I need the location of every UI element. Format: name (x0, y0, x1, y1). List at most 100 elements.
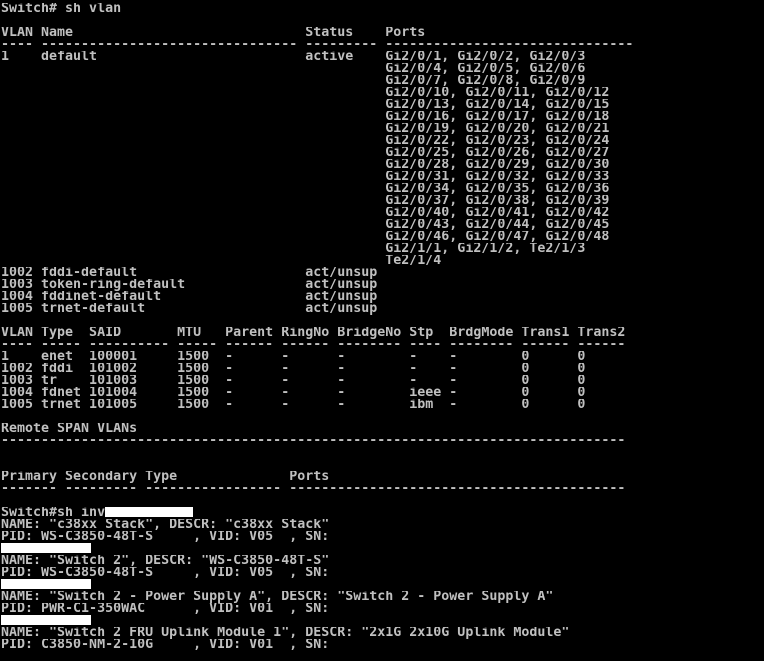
terminal-line-text: Gi2/1/1, Gi2/1/2, Te2/1/3 (1, 243, 586, 255)
redacted-serial-box (1, 579, 91, 589)
terminal-line-text: NAME: "Switch 2 FRU Uplink Module 1", DE… (1, 627, 570, 639)
terminal-line: ---- ----- ---------- ----- ------ -----… (1, 339, 764, 351)
terminal-line: Primary Secondary Type Ports (1, 471, 764, 483)
terminal-line-text: Gi2/0/7, Gi2/0/8, Gi2/0/9 (1, 75, 586, 87)
terminal-line-text: Gi2/0/40, Gi2/0/41, Gi2/0/42 (1, 207, 610, 219)
terminal-line: PID: WS-C3850-48T-S , VID: V05 , SN: (1, 567, 764, 579)
terminal-line: 1003 token-ring-default act/unsup (1, 279, 764, 291)
terminal-line: ------- --------- ----------------- ----… (1, 483, 764, 495)
terminal-line: NAME: "c38xx Stack", DESCR: "c38xx Stack… (1, 519, 764, 531)
terminal-line: Gi2/0/7, Gi2/0/8, Gi2/0/9 (1, 75, 764, 87)
terminal-line: Gi2/0/34, Gi2/0/35, Gi2/0/36 (1, 183, 764, 195)
terminal-line-text: Gi2/0/43, Gi2/0/44, Gi2/0/45 (1, 219, 610, 231)
terminal-line (1, 543, 764, 555)
terminal-line: PID: WS-C3850-48T-S , VID: V05 , SN: (1, 531, 764, 543)
terminal-line: 1002 fddi 101002 1500 - - - - - 0 0 (1, 363, 764, 375)
terminal-line-text: Gi2/0/28, Gi2/0/29, Gi2/0/30 (1, 159, 610, 171)
terminal-line: Gi2/0/31, Gi2/0/32, Gi2/0/33 (1, 171, 764, 183)
terminal-line-text: VLAN Name Status Ports (1, 27, 426, 39)
terminal-line (1, 579, 764, 591)
terminal-line: Remote SPAN VLANs (1, 423, 764, 435)
terminal-line: 1 default active Gi2/0/1, Gi2/0/2, Gi2/0… (1, 51, 764, 63)
terminal-line: Switch#sh inv (1, 507, 764, 519)
terminal-line-text: Remote SPAN VLANs (1, 423, 138, 435)
terminal-line-text: Gi2/0/25, Gi2/0/26, Gi2/0/27 (1, 147, 610, 159)
terminal-line-text: 1003 tr 101003 1500 - - - - - 0 0 (1, 375, 586, 387)
terminal-line-text: Gi2/0/22, Gi2/0/23, Gi2/0/24 (1, 135, 610, 147)
terminal-line-text: Switch#sh inv (1, 507, 106, 519)
terminal-line-text: ---- ----- ---------- ----- ------ -----… (1, 339, 626, 351)
terminal-line-text: 1004 fdnet 101004 1500 - - - ieee - 0 0 (1, 387, 586, 399)
terminal-line: NAME: "Switch 2 FRU Uplink Module 1", DE… (1, 627, 764, 639)
terminal-line: Gi2/0/13, Gi2/0/14, Gi2/0/15 (1, 99, 764, 111)
terminal-line-text: ---- -------------------------------- --… (1, 39, 634, 51)
terminal-line: NAME: "Switch 2", DESCR: "WS-C3850-48T-S… (1, 555, 764, 567)
terminal-line-text: Primary Secondary Type Ports (1, 471, 330, 483)
terminal-line: VLAN Name Status Ports (1, 27, 764, 39)
terminal-line-text: 1 default active Gi2/0/1, Gi2/0/2, Gi2/0… (1, 51, 586, 63)
terminal-line: Switch# sh vlan (1, 3, 764, 15)
terminal-line-text: Gi2/0/31, Gi2/0/32, Gi2/0/33 (1, 171, 610, 183)
terminal-line-text: PID: WS-C3850-48T-S , VID: V05 , SN: (1, 567, 338, 579)
terminal-line-text: ------- --------- ----------------- ----… (1, 483, 626, 495)
terminal-line: 1 enet 100001 1500 - - - - - 0 0 (1, 351, 764, 363)
terminal-line: Gi2/0/19, Gi2/0/20, Gi2/0/21 (1, 123, 764, 135)
terminal-line-text: VLAN Type SAID MTU Parent RingNo BridgeN… (1, 327, 626, 339)
terminal-line: Gi2/0/43, Gi2/0/44, Gi2/0/45 (1, 219, 764, 231)
redacted-serial-box (105, 507, 194, 517)
terminal-line: NAME: "Switch 2 - Power Supply A", DESCR… (1, 591, 764, 603)
terminal-line-text: Switch# sh vlan (1, 3, 122, 15)
terminal-line: 1005 trnet 101005 1500 - - - ibm - 0 0 (1, 399, 764, 411)
terminal-line: PID: PWR-C1-350WAC , VID: V01 , SN: (1, 603, 764, 615)
terminal-line: Gi2/0/25, Gi2/0/26, Gi2/0/27 (1, 147, 764, 159)
redacted-serial-box (1, 543, 91, 553)
terminal-line-text: Te2/1/4 (1, 255, 442, 267)
terminal-line: Gi2/0/46, Gi2/0/47, Gi2/0/48 (1, 231, 764, 243)
terminal-line-text: Gi2/0/37, Gi2/0/38, Gi2/0/39 (1, 195, 610, 207)
terminal-line: Gi2/0/28, Gi2/0/29, Gi2/0/30 (1, 159, 764, 171)
terminal-line-text: Gi2/0/4, Gi2/0/5, Gi2/0/6 (1, 63, 586, 75)
terminal-line-text: 1005 trnet 101005 1500 - - - ibm - 0 0 (1, 399, 586, 411)
terminal-line: ----------------------------------------… (1, 435, 764, 447)
terminal-line-text: Gi2/0/46, Gi2/0/47, Gi2/0/48 (1, 231, 610, 243)
redacted-serial-box (1, 615, 91, 625)
terminal-line: Gi2/0/22, Gi2/0/23, Gi2/0/24 (1, 135, 764, 147)
terminal-line-text: PID: C3850-NM-2-10G , VID: V01 , SN: (1, 639, 338, 651)
terminal-line-text: Gi2/0/13, Gi2/0/14, Gi2/0/15 (1, 99, 610, 111)
terminal-line: 1004 fdnet 101004 1500 - - - ieee - 0 0 (1, 387, 764, 399)
terminal-line: Gi2/1/1, Gi2/1/2, Te2/1/3 (1, 243, 764, 255)
terminal-line: Gi2/0/40, Gi2/0/41, Gi2/0/42 (1, 207, 764, 219)
terminal-line: 1003 tr 101003 1500 - - - - - 0 0 (1, 375, 764, 387)
terminal-line: 1004 fddinet-default act/unsup (1, 291, 764, 303)
terminal-line: 1002 fddi-default act/unsup (1, 267, 764, 279)
terminal-line: PID: C3850-NM-2-10G , VID: V01 , SN: (1, 639, 764, 651)
terminal-line-text: 1002 fddi-default act/unsup (1, 267, 378, 279)
terminal-line: 1005 trnet-default act/unsup (1, 303, 764, 315)
terminal-line-text: 1005 trnet-default act/unsup (1, 303, 378, 315)
terminal-line-text: Gi2/0/19, Gi2/0/20, Gi2/0/21 (1, 123, 610, 135)
terminal-line-text: NAME: "Switch 2 - Power Supply A", DESCR… (1, 591, 554, 603)
terminal-window[interactable]: Switch# sh vlan VLAN Name Status Ports ---… (0, 0, 764, 661)
terminal-line-text: Gi2/0/34, Gi2/0/35, Gi2/0/36 (1, 183, 610, 195)
terminal-line: Gi2/0/10, Gi2/0/11, Gi2/0/12 (1, 87, 764, 99)
terminal-line-text: 1002 fddi 101002 1500 - - - - - 0 0 (1, 363, 586, 375)
terminal-line-text: NAME: "c38xx Stack", DESCR: "c38xx Stack… (1, 519, 330, 531)
terminal-line-text: 1 enet 100001 1500 - - - - - 0 0 (1, 351, 586, 363)
terminal-line: Gi2/0/16, Gi2/0/17, Gi2/0/18 (1, 111, 764, 123)
terminal-line: Gi2/0/4, Gi2/0/5, Gi2/0/6 (1, 63, 764, 75)
terminal-line (1, 615, 764, 627)
terminal-line: Te2/1/4 (1, 255, 764, 267)
terminal-line: ---- -------------------------------- --… (1, 39, 764, 51)
terminal-line-text: NAME: "Switch 2", DESCR: "WS-C3850-48T-S… (1, 555, 330, 567)
terminal-line-text: ----------------------------------------… (1, 435, 626, 447)
terminal-line-text: Gi2/0/10, Gi2/0/11, Gi2/0/12 (1, 87, 610, 99)
terminal-line-text: PID: WS-C3850-48T-S , VID: V05 , SN: (1, 531, 338, 543)
terminal-line: VLAN Type SAID MTU Parent RingNo BridgeN… (1, 327, 764, 339)
terminal-line-text: 1004 fddinet-default act/unsup (1, 291, 378, 303)
terminal-line-text: PID: PWR-C1-350WAC , VID: V01 , SN: (1, 603, 338, 615)
